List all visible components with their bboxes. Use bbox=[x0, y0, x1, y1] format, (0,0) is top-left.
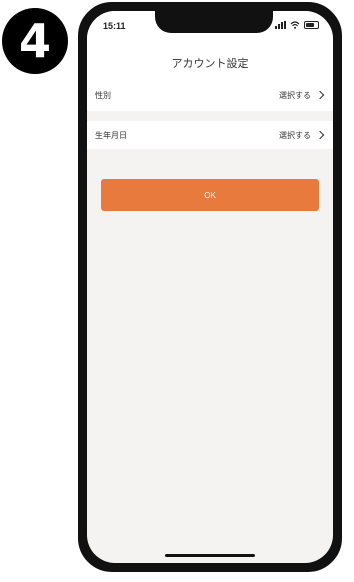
setting-label-birthdate: 生年月日 bbox=[95, 130, 127, 140]
phone-frame: 15:11 アカウント設定 性別 選択する 生年月日 選択する OK bbox=[78, 2, 342, 572]
signal-icon bbox=[275, 21, 286, 29]
setting-label-gender: 性別 bbox=[95, 90, 111, 100]
home-indicator bbox=[165, 554, 255, 557]
setting-row-birthdate[interactable]: 生年月日 選択する bbox=[87, 121, 333, 149]
app-screen: 15:11 アカウント設定 性別 選択する 生年月日 選択する OK bbox=[87, 11, 333, 563]
select-birthdate-label: 選択する bbox=[279, 130, 311, 140]
battery-icon bbox=[304, 21, 319, 29]
chevron-right-icon bbox=[315, 130, 325, 140]
row-divider bbox=[87, 111, 333, 121]
status-icons bbox=[275, 21, 319, 29]
wifi-icon bbox=[290, 21, 300, 29]
phone-notch bbox=[155, 11, 273, 33]
ok-button[interactable]: OK bbox=[101, 179, 319, 211]
select-birthdate-action[interactable]: 選択する bbox=[279, 130, 325, 141]
select-gender-label: 選択する bbox=[279, 90, 311, 100]
step-number-badge: 4 bbox=[2, 8, 68, 74]
status-time: 15:11 bbox=[103, 21, 126, 31]
chevron-right-icon bbox=[315, 90, 325, 100]
select-gender-action[interactable]: 選択する bbox=[279, 90, 325, 101]
page-title: アカウント設定 bbox=[171, 57, 249, 70]
setting-row-gender[interactable]: 性別 選択する bbox=[87, 81, 333, 109]
